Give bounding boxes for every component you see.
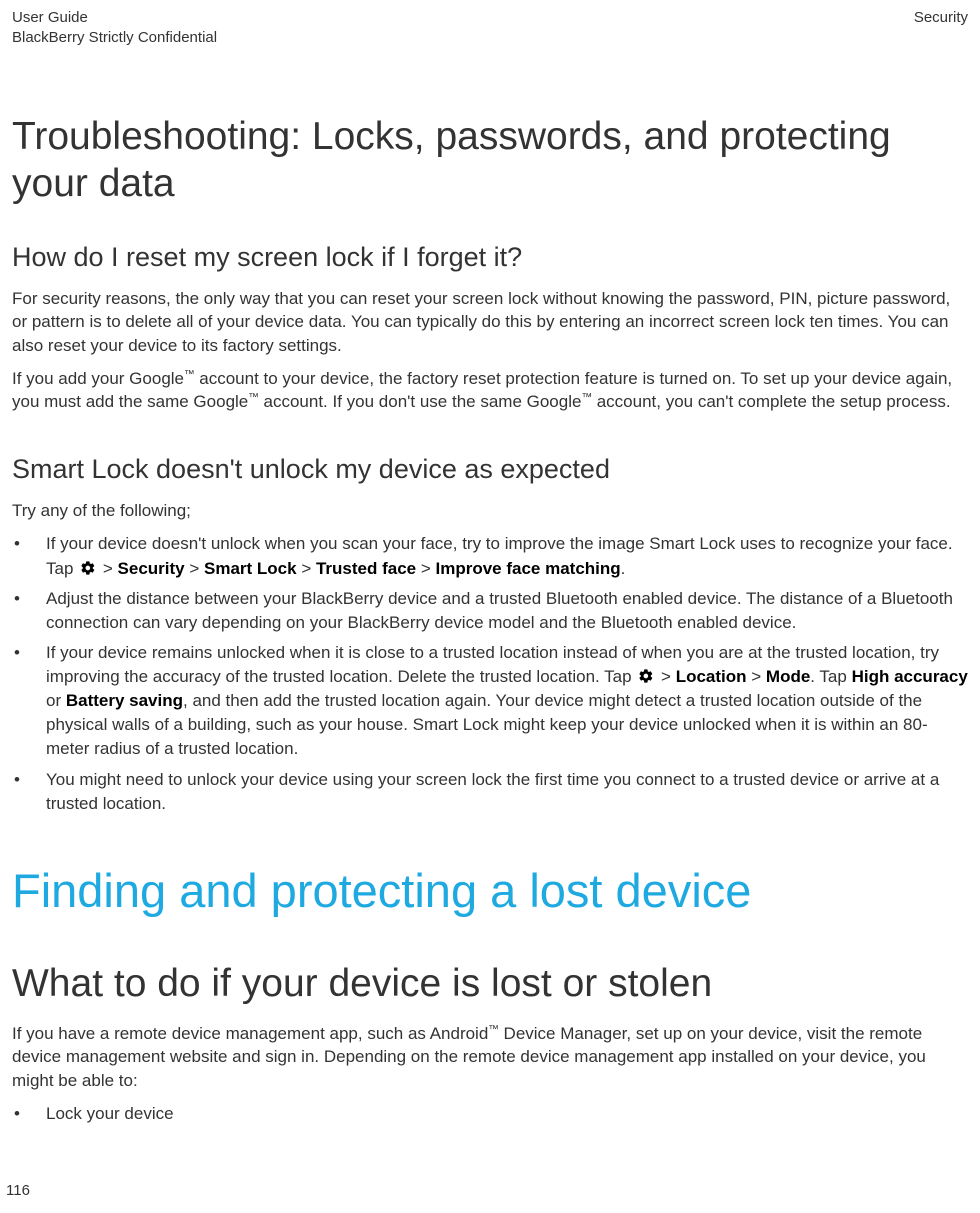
path-trusted-face: Trusted face — [316, 559, 416, 578]
page-number: 116 — [6, 1182, 30, 1199]
path-location: Location — [676, 667, 747, 686]
path-improve-face: Improve face matching — [436, 559, 621, 578]
path-mode: Mode — [766, 667, 810, 686]
smart-lock-list: If your device doesn't unlock when you s… — [12, 532, 968, 815]
heading-finding-protecting: Finding and protecting a lost device — [12, 864, 968, 918]
lost-list: Lock your device — [12, 1102, 968, 1126]
paragraph-reset-1: For security reasons, the only way that … — [12, 287, 968, 357]
heading-smart-lock: Smart Lock doesn't unlock my device as e… — [12, 454, 968, 485]
trademark-symbol: ™ — [581, 392, 592, 404]
trademark-symbol: ™ — [488, 1023, 499, 1035]
path-smart-lock: Smart Lock — [204, 559, 297, 578]
header-user-guide: User Guide — [12, 8, 217, 28]
paragraph-reset-2: If you add your Google™ account to your … — [12, 367, 968, 414]
option-battery-saving: Battery saving — [66, 691, 183, 710]
heading-reset-screen-lock: How do I reset my screen lock if I forge… — [12, 242, 968, 273]
trademark-symbol: ™ — [248, 392, 259, 404]
page-header: User Guide BlackBerry Strictly Confident… — [12, 0, 968, 49]
list-item: If your device doesn't unlock when you s… — [12, 532, 968, 580]
trademark-symbol: ™ — [184, 368, 195, 380]
paragraph-smart-lock-intro: Try any of the following; — [12, 499, 968, 522]
list-item: Lock your device — [12, 1102, 968, 1126]
header-left: User Guide BlackBerry Strictly Confident… — [12, 8, 217, 49]
heading-lost-stolen: What to do if your device is lost or sto… — [12, 962, 968, 1006]
list-item: You might need to unlock your device usi… — [12, 768, 968, 816]
settings-icon — [638, 668, 654, 684]
header-section-name: Security — [914, 8, 968, 49]
main-content: Troubleshooting: Locks, passwords, and p… — [12, 49, 968, 1127]
paragraph-lost-1: If you have a remote device management a… — [12, 1022, 968, 1092]
header-confidential: BlackBerry Strictly Confidential — [12, 28, 217, 48]
path-security: Security — [118, 559, 185, 578]
option-high-accuracy: High accuracy — [852, 667, 968, 686]
list-item: If your device remains unlocked when it … — [12, 641, 968, 762]
list-item: Adjust the distance between your BlackBe… — [12, 587, 968, 635]
settings-icon — [80, 560, 96, 576]
heading-troubleshooting: Troubleshooting: Locks, passwords, and p… — [12, 113, 968, 208]
